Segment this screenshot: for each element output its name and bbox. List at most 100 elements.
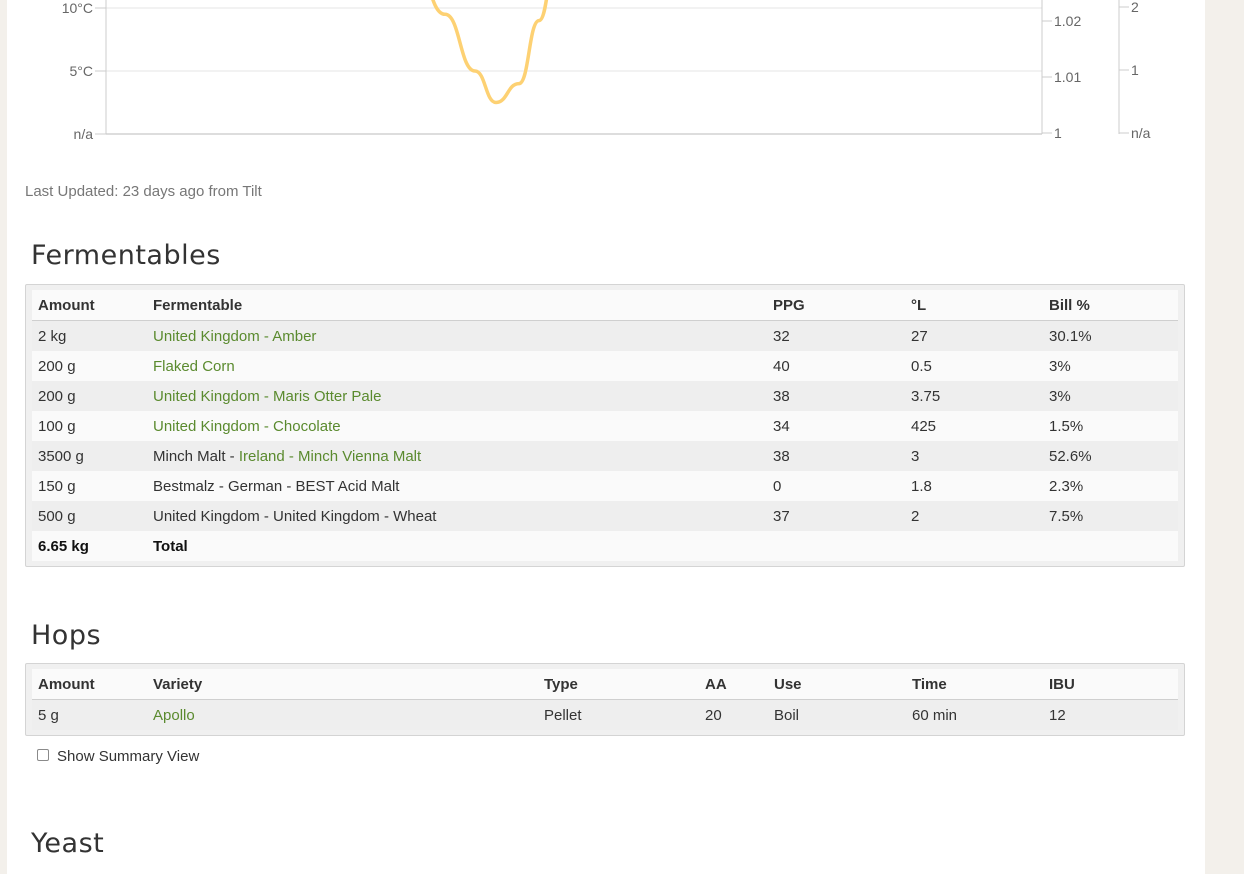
fermentable-cell: Minch Malt - Ireland - Minch Vienna Malt — [147, 441, 767, 471]
table-row: 3500 g Minch Malt - Ireland - Minch Vien… — [32, 441, 1178, 471]
lovibond-cell: 1.8 — [905, 471, 1043, 501]
lovibond-cell: 2 — [905, 501, 1043, 531]
last-updated-text: Last Updated: 23 days ago from Tilt — [25, 183, 262, 200]
variety-cell: Apollo — [147, 699, 538, 730]
left-tick-label: 10°C — [62, 0, 93, 16]
summary-checkbox[interactable] — [37, 748, 49, 761]
fermentable-cell: Flaked Corn — [147, 351, 767, 381]
col-use: Use — [768, 669, 906, 700]
amount-cell: 5 g — [32, 699, 147, 730]
fermentable-link[interactable]: Ireland - Minch Vienna Malt — [239, 448, 421, 465]
lovibond-cell: 3 — [905, 441, 1043, 471]
fermentable-link[interactable]: United Kingdom - Maris Otter Pale — [153, 388, 381, 405]
ppg-cell: 34 — [767, 411, 905, 441]
fermentables-body: 2 kg United Kingdom - Amber 32 27 30.1% … — [32, 320, 1178, 561]
fermentables-heading: Fermentables — [31, 240, 221, 271]
table-row: 150 g Bestmalz - German - BEST Acid Malt… — [32, 471, 1178, 501]
ppg-cell: 38 — [767, 381, 905, 411]
total-row: 6.65 kg Total — [32, 531, 1178, 561]
bill-cell: 30.1% — [1043, 320, 1178, 351]
fermentable-cell: Bestmalz - German - BEST Acid Malt — [147, 471, 767, 501]
col-variety: Variety — [147, 669, 538, 700]
amount-cell: 150 g — [32, 471, 147, 501]
total-label: Total — [147, 531, 767, 561]
table-row: 5 g Apollo Pellet 20 Boil 60 min 12 — [32, 699, 1178, 730]
fermentable-link[interactable]: United Kingdom - Amber — [153, 328, 316, 345]
summary-label: Show Summary View — [57, 748, 200, 765]
fermentables-table: Amount Fermentable PPG °L Bill % 2 kg Un… — [32, 290, 1178, 561]
bill-cell: 2.3% — [1043, 471, 1178, 501]
col-aa: AA — [699, 669, 768, 700]
hops-header-row: Amount Variety Type AA Use Time IBU — [32, 669, 1178, 700]
right-tick-label: 1 — [1131, 62, 1139, 78]
chart-svg: 10°C 5°C n/a 1.02 1.01 1 2 1 n/a — [62, 0, 1151, 142]
sg-tick-label: 1 — [1054, 125, 1062, 141]
col-amount: Amount — [32, 290, 147, 321]
fermentable-cell: United Kingdom - United Kingdom - Wheat — [147, 501, 767, 531]
lovibond-cell: 0.5 — [905, 351, 1043, 381]
lovibond-cell: 3.75 — [905, 381, 1043, 411]
type-cell: Pellet — [538, 699, 699, 730]
fermentation-chart: 10°C 5°C n/a 1.02 1.01 1 2 1 n/a — [7, 0, 1205, 150]
fermentable-cell: United Kingdom - Chocolate — [147, 411, 767, 441]
lovibond-cell: 27 — [905, 320, 1043, 351]
table-row: 200 g United Kingdom - Maris Otter Pale … — [32, 381, 1178, 411]
fermentable-cell: United Kingdom - Maris Otter Pale — [147, 381, 767, 411]
table-row: 2 kg United Kingdom - Amber 32 27 30.1% — [32, 320, 1178, 351]
time-cell: 60 min — [906, 699, 1043, 730]
hops-panel: Amount Variety Type AA Use Time IBU 5 g … — [25, 663, 1185, 736]
fermentable-cell: United Kingdom - Amber — [147, 320, 767, 351]
col-fermentable: Fermentable — [147, 290, 767, 321]
fermentable-link[interactable]: Flaked Corn — [153, 358, 235, 375]
col-time: Time — [906, 669, 1043, 700]
ibu-cell: 12 — [1043, 699, 1178, 730]
amount-cell: 100 g — [32, 411, 147, 441]
yeast-heading: Yeast — [31, 828, 105, 859]
col-lovibond: °L — [905, 290, 1043, 321]
use-cell: Boil — [768, 699, 906, 730]
fermentable-link[interactable]: United Kingdom - Chocolate — [153, 418, 341, 435]
col-type: Type — [538, 669, 699, 700]
bill-cell: 7.5% — [1043, 501, 1178, 531]
ppg-cell: 32 — [767, 320, 905, 351]
bill-cell: 1.5% — [1043, 411, 1178, 441]
amount-cell: 200 g — [32, 351, 147, 381]
hops-heading: Hops — [31, 620, 102, 651]
amount-cell: 2 kg — [32, 320, 147, 351]
lovibond-cell: 425 — [905, 411, 1043, 441]
table-row: 200 g Flaked Corn 40 0.5 3% — [32, 351, 1178, 381]
temperature-series-line — [431, 0, 549, 105]
left-tick-label: n/a — [74, 126, 94, 142]
right-tick-label: 2 — [1131, 0, 1139, 15]
total-amount: 6.65 kg — [32, 531, 147, 561]
bill-cell: 3% — [1043, 381, 1178, 411]
page-content: 10°C 5°C n/a 1.02 1.01 1 2 1 n/a Last Updated: 2… — [7, 0, 1205, 874]
col-ppg: PPG — [767, 290, 905, 321]
hops-body: 5 g Apollo Pellet 20 Boil 60 min 12 — [32, 699, 1178, 730]
aa-cell: 20 — [699, 699, 768, 730]
bill-cell: 3% — [1043, 351, 1178, 381]
sg-tick-label: 1.02 — [1054, 13, 1081, 29]
left-tick-label: 5°C — [70, 63, 94, 79]
fermentable-prefix: Minch Malt - — [153, 447, 239, 465]
col-ibu: IBU — [1043, 669, 1178, 700]
sg-tick-label: 1.01 — [1054, 69, 1081, 85]
amount-cell: 200 g — [32, 381, 147, 411]
fermentables-header-row: Amount Fermentable PPG °L Bill % — [32, 290, 1178, 321]
ppg-cell: 40 — [767, 351, 905, 381]
ppg-cell: 0 — [767, 471, 905, 501]
bill-cell: 52.6% — [1043, 441, 1178, 471]
hops-table: Amount Variety Type AA Use Time IBU 5 g … — [32, 669, 1178, 730]
amount-cell: 3500 g — [32, 441, 147, 471]
table-row: 500 g United Kingdom - United Kingdom - … — [32, 501, 1178, 531]
col-bill: Bill % — [1043, 290, 1178, 321]
hop-link[interactable]: Apollo — [153, 707, 195, 724]
ppg-cell: 37 — [767, 501, 905, 531]
amount-cell: 500 g — [32, 501, 147, 531]
ppg-cell: 38 — [767, 441, 905, 471]
table-row: 100 g United Kingdom - Chocolate 34 425 … — [32, 411, 1178, 441]
fermentables-panel: Amount Fermentable PPG °L Bill % 2 kg Un… — [25, 284, 1185, 567]
show-summary-toggle[interactable]: Show Summary View — [37, 748, 199, 765]
col-amount: Amount — [32, 669, 147, 700]
right-tick-label: n/a — [1131, 125, 1151, 141]
